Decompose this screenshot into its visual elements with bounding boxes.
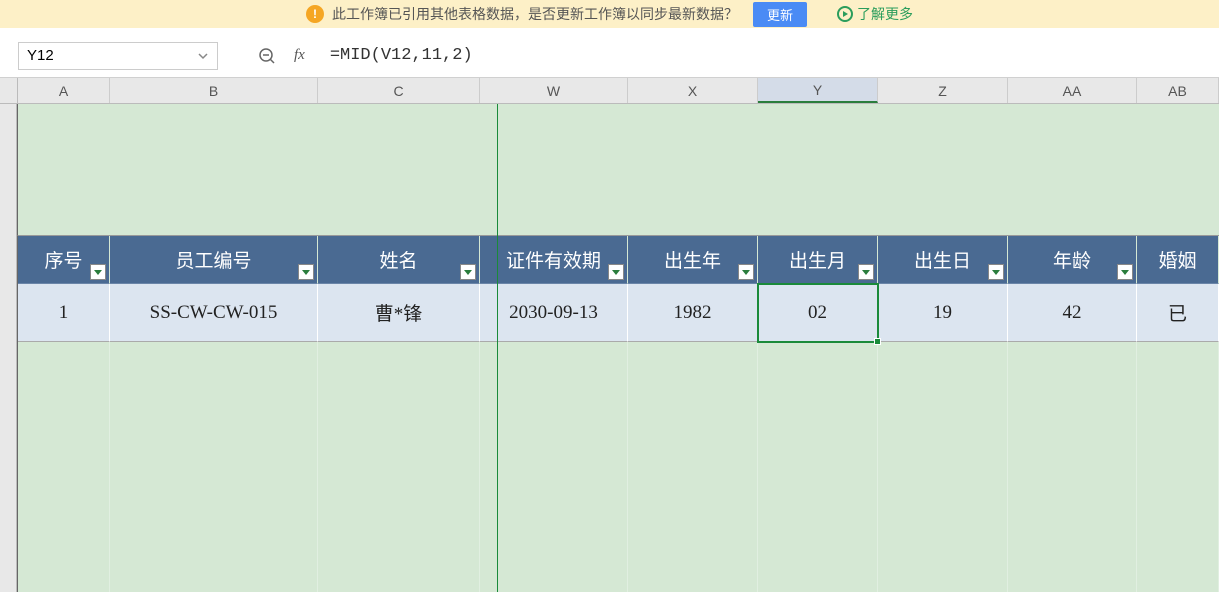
chevron-down-icon[interactable] xyxy=(197,50,209,62)
header-birth-month-label: 出生月 xyxy=(789,246,846,273)
header-name[interactable]: 姓名 xyxy=(318,236,480,284)
cell-birth-month[interactable]: 02 xyxy=(758,284,878,342)
filter-button[interactable] xyxy=(90,264,106,280)
cell-birth-day[interactable]: 19 xyxy=(878,284,1008,342)
play-icon xyxy=(837,6,853,22)
header-seq-label: 序号 xyxy=(44,246,82,273)
filter-button[interactable] xyxy=(738,264,754,280)
header-birth-day[interactable]: 出生日 xyxy=(878,236,1008,284)
fx-label[interactable]: fx xyxy=(294,47,305,64)
zoom-out-icon[interactable] xyxy=(258,47,276,65)
notification-bar: ! 此工作簿已引用其他表格数据，是否更新工作簿以同步最新数据？ 更新 了解更多 xyxy=(0,0,1219,28)
filter-button[interactable] xyxy=(858,264,874,280)
filter-button[interactable] xyxy=(460,264,476,280)
header-seq[interactable]: 序号 xyxy=(18,236,110,284)
grid-content: 序号 员工编号 姓名 证件有效期 出生年 xyxy=(17,104,1219,592)
cell-name-box[interactable]: Y12 xyxy=(18,42,218,70)
header-birth-month[interactable]: 出生月 xyxy=(758,236,878,284)
cell-birth-year[interactable]: 1982 xyxy=(628,284,758,342)
empty-grid-area[interactable] xyxy=(17,342,1219,592)
formula-bar: Y12 fx xyxy=(0,28,1219,78)
header-emp-id-label: 员工编号 xyxy=(175,246,251,273)
col-header-b[interactable]: B xyxy=(110,78,318,103)
header-cert-exp[interactable]: 证件有效期 xyxy=(480,236,628,284)
cell-name-value: Y12 xyxy=(27,47,54,64)
grid-body: 序号 员工编号 姓名 证件有效期 出生年 xyxy=(0,104,1219,592)
col-header-z[interactable]: Z xyxy=(878,78,1008,103)
col-header-a[interactable]: A xyxy=(18,78,110,103)
header-birth-day-label: 出生日 xyxy=(914,246,971,273)
filter-button[interactable] xyxy=(608,264,624,280)
cell-seq[interactable]: 1 xyxy=(18,284,110,342)
col-header-w[interactable]: W xyxy=(480,78,628,103)
header-name-label: 姓名 xyxy=(379,246,417,273)
col-header-x[interactable]: X xyxy=(628,78,758,103)
fill-handle[interactable] xyxy=(874,338,881,345)
filter-button[interactable] xyxy=(988,264,1004,280)
header-age-label: 年龄 xyxy=(1053,246,1091,273)
formula-controls: fx xyxy=(258,47,305,65)
cell-age[interactable]: 42 xyxy=(1008,284,1137,342)
filter-button[interactable] xyxy=(1117,264,1133,280)
notification-text: 此工作簿已引用其他表格数据，是否更新工作簿以同步最新数据？ xyxy=(332,4,738,24)
header-birth-year-label: 出生年 xyxy=(664,246,721,273)
cell-emp-id[interactable]: SS-CW-CW-015 xyxy=(110,284,318,342)
select-all-corner[interactable] xyxy=(0,78,18,103)
table-row: 1 SS-CW-CW-015 曹*锋 2030-09-13 1982 02 19… xyxy=(17,284,1219,342)
freeze-pane-line xyxy=(497,104,498,592)
col-header-y[interactable]: Y xyxy=(758,78,878,103)
header-emp-id[interactable]: 员工编号 xyxy=(110,236,318,284)
cell-marriage[interactable]: 已 xyxy=(1137,284,1219,342)
formula-input[interactable] xyxy=(330,46,830,65)
header-marriage[interactable]: 婚姻 xyxy=(1137,236,1219,284)
warning-icon: ! xyxy=(306,5,324,23)
row-headers xyxy=(0,104,17,592)
merged-title-area[interactable] xyxy=(17,104,1219,236)
col-header-aa[interactable]: AA xyxy=(1008,78,1137,103)
update-button[interactable]: 更新 xyxy=(753,2,807,27)
cell-birth-month-value: 02 xyxy=(808,302,827,324)
header-marriage-label: 婚姻 xyxy=(1158,246,1196,273)
cell-name[interactable]: 曹*锋 xyxy=(318,284,480,342)
col-header-ab[interactable]: AB xyxy=(1137,78,1219,103)
col-header-c[interactable]: C xyxy=(318,78,480,103)
column-headers-row: A B C W X Y Z AA AB xyxy=(0,78,1219,104)
learn-more-link[interactable]: 了解更多 xyxy=(837,4,913,24)
cell-cert-exp[interactable]: 2030-09-13 xyxy=(480,284,628,342)
header-cert-exp-label: 证件有效期 xyxy=(506,246,601,273)
learn-more-label: 了解更多 xyxy=(857,4,913,24)
table-header-row: 序号 员工编号 姓名 证件有效期 出生年 xyxy=(17,236,1219,284)
filter-button[interactable] xyxy=(298,264,314,280)
header-age[interactable]: 年龄 xyxy=(1008,236,1137,284)
header-birth-year[interactable]: 出生年 xyxy=(628,236,758,284)
spreadsheet: A B C W X Y Z AA AB 序号 员工编号 xyxy=(0,78,1219,592)
